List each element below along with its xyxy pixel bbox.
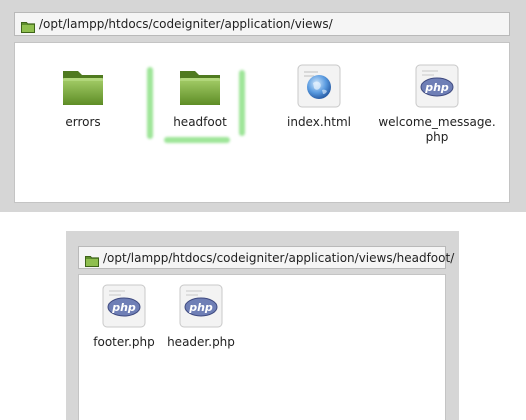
file-manager-window-headfoot: /opt/lampp/htdocs/codeigniter/applicatio…: [66, 231, 459, 420]
html-file-icon: [296, 63, 342, 109]
location-bar[interactable]: /opt/lampp/htdocs/codeigniter/applicatio…: [78, 246, 454, 269]
folder-icon: [21, 18, 35, 33]
location-path: /opt/lampp/htdocs/codeigniter/applicatio…: [103, 250, 455, 265]
file-label-line-2: php: [425, 130, 449, 144]
highlight-mark-right: [239, 70, 245, 136]
file-label-line-1: welcome_message.: [378, 115, 496, 129]
folder-label: errors: [65, 115, 101, 129]
location-path: /opt/lampp/htdocs/codeigniter/applicatio…: [39, 17, 333, 31]
file-label: welcome_message. php: [378, 115, 495, 145]
location-bar[interactable]: /opt/lampp/htdocs/codeigniter/applicatio…: [14, 12, 510, 36]
folder-errors[interactable]: errors: [53, 63, 113, 130]
file-view[interactable]: php footer.php php header.php: [78, 274, 446, 420]
folder-icon: [85, 252, 99, 267]
svg-text:php: php: [424, 81, 449, 94]
folder-icon: [177, 63, 223, 109]
file-manager-window-views: /opt/lampp/htdocs/codeigniter/applicatio…: [0, 0, 526, 212]
folder-icon: [60, 63, 106, 109]
folder-headfoot[interactable]: headfoot: [170, 63, 230, 130]
highlight-mark-bottom: [164, 137, 230, 143]
screenshot: /opt/lampp/htdocs/codeigniter/applicatio…: [0, 0, 526, 420]
highlight-mark-left: [147, 67, 153, 139]
file-footer-php[interactable]: php footer.php: [91, 283, 157, 350]
file-label: header.php: [167, 335, 235, 349]
file-header-php[interactable]: php header.php: [164, 283, 238, 350]
folder-label: headfoot: [173, 115, 227, 129]
svg-text:php: php: [188, 301, 213, 314]
php-file-icon: php: [178, 283, 224, 329]
php-file-icon: php: [414, 63, 460, 109]
file-label: footer.php: [93, 335, 155, 349]
file-index-html[interactable]: index.html: [278, 63, 360, 130]
svg-text:php: php: [111, 301, 136, 314]
file-welcome-message-php[interactable]: php welcome_message. php: [377, 63, 497, 145]
php-file-icon: php: [101, 283, 147, 329]
file-view[interactable]: errors headfoot index.html php welcome_m…: [14, 42, 510, 203]
file-label: index.html: [287, 115, 351, 129]
